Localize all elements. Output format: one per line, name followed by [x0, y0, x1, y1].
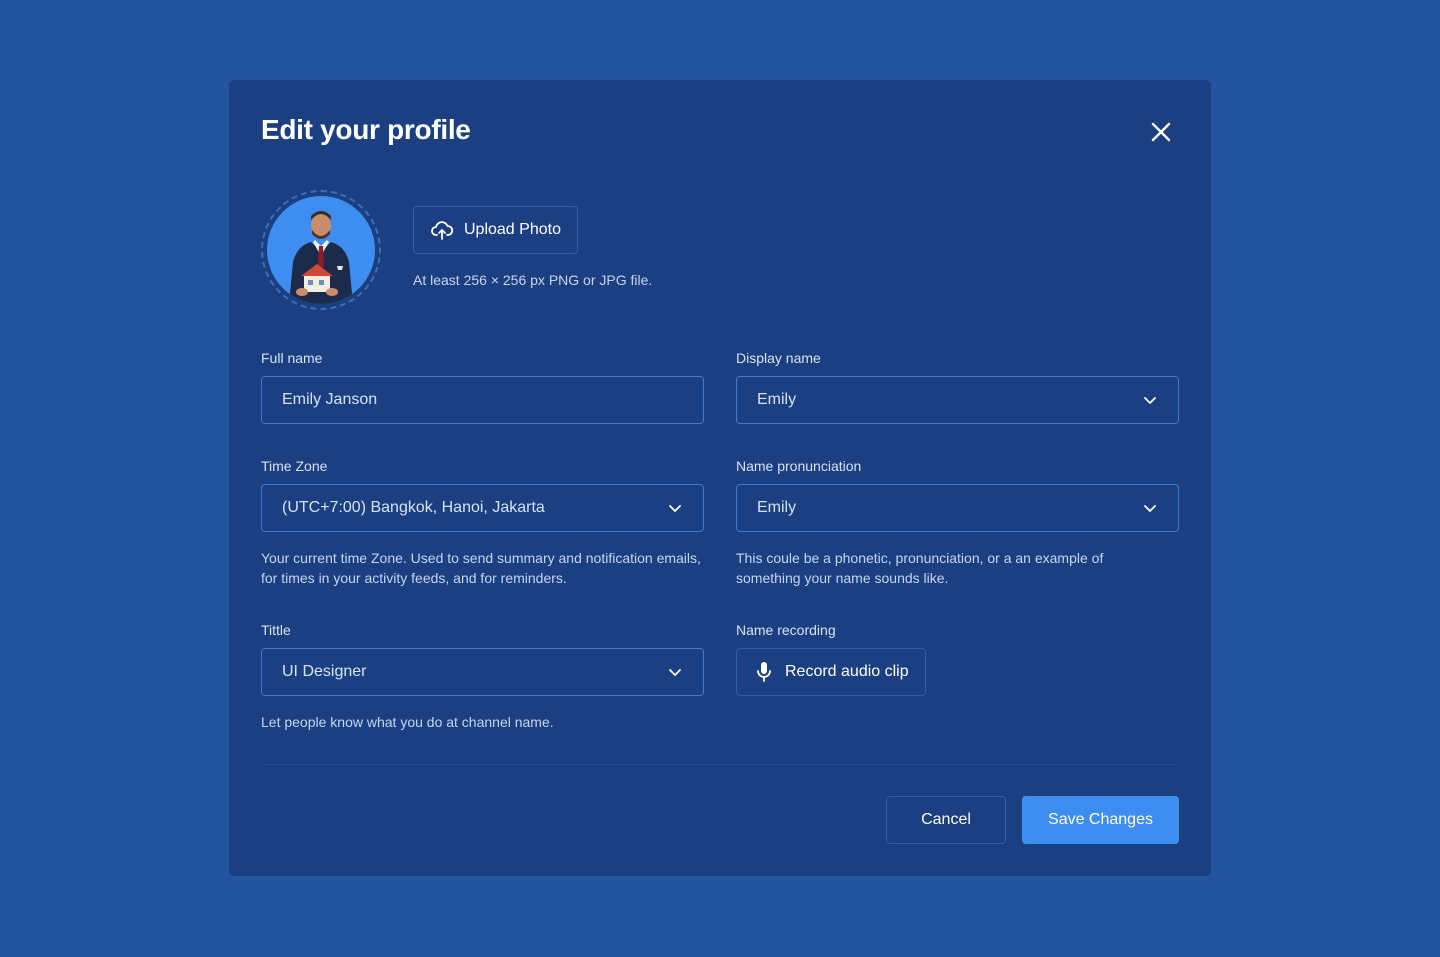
display-name-select[interactable]: Emily [736, 376, 1179, 424]
record-audio-label: Record audio clip [785, 663, 909, 680]
cloud-upload-icon [431, 221, 454, 240]
display-name-value: Emily [757, 391, 797, 408]
name-recording-label: Name recording [736, 622, 836, 638]
name-pronunciation-help: This coule be a phonetic, pronunciation,… [736, 550, 1104, 586]
avatar[interactable] [261, 190, 381, 310]
chevron-down-icon [667, 500, 683, 516]
edit-profile-modal: Edit your profile Upload Photo At least … [229, 80, 1211, 876]
close-icon [1151, 122, 1171, 142]
modal-title: Edit your profile [261, 114, 471, 145]
avatar-image [267, 196, 375, 304]
save-changes-button[interactable]: Save Changes [1022, 796, 1179, 844]
cancel-button[interactable]: Cancel [886, 796, 1006, 844]
footer-divider [261, 764, 1179, 765]
upload-photo-button[interactable]: Upload Photo [413, 206, 578, 254]
time-zone-select[interactable]: (UTC+7:00) Bangkok, Hanoi, Jakarta [261, 484, 704, 532]
title-help: Let people know what you do at channel n… [261, 714, 554, 730]
title-value: UI Designer [282, 663, 367, 680]
chevron-down-icon [1142, 500, 1158, 516]
chevron-down-icon [1142, 392, 1158, 408]
title-select[interactable]: UI Designer [261, 648, 704, 696]
full-name-label: Full name [261, 350, 323, 366]
record-audio-button[interactable]: Record audio clip [736, 648, 926, 696]
title-label: Tittle [261, 622, 291, 638]
display-name-label: Display name [736, 350, 821, 366]
name-pronunciation-select[interactable]: Emily [736, 484, 1179, 532]
upload-hint: At least 256 × 256 px PNG or JPG file. [413, 272, 653, 288]
close-button[interactable] [1145, 116, 1177, 148]
time-zone-help: Your current time Zone. Used to send sum… [261, 550, 701, 586]
full-name-input[interactable]: Emily Janson [261, 376, 704, 424]
name-pronunciation-label: Name pronunciation [736, 458, 862, 474]
upload-photo-label: Upload Photo [464, 221, 561, 238]
microphone-icon [757, 662, 771, 682]
time-zone-label: Time Zone [261, 458, 328, 474]
time-zone-value: (UTC+7:00) Bangkok, Hanoi, Jakarta [282, 499, 545, 516]
name-pronunciation-value: Emily [757, 499, 797, 516]
chevron-down-icon [667, 664, 683, 680]
full-name-value: Emily Janson [282, 391, 378, 408]
